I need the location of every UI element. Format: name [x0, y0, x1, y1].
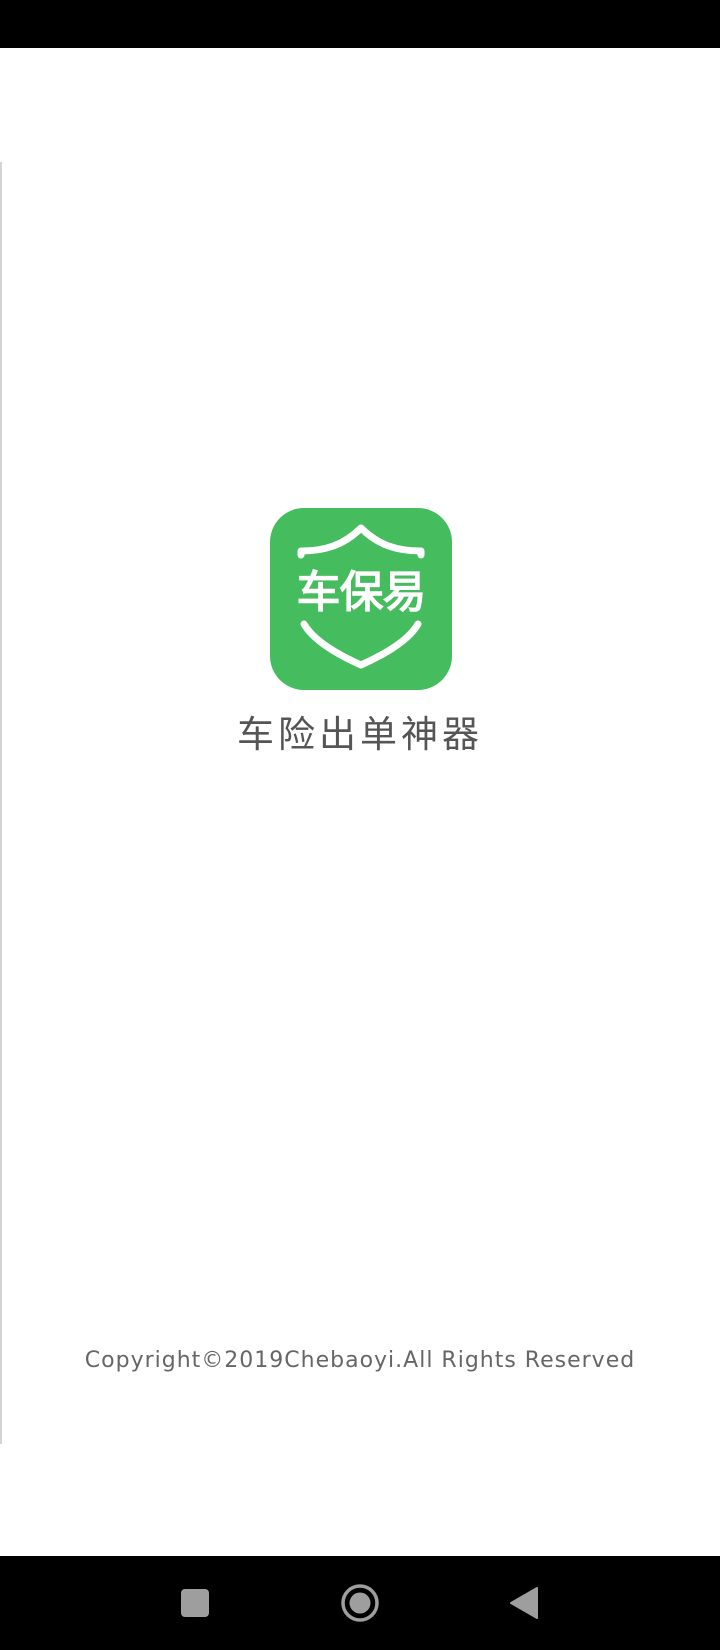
back-icon: [510, 1587, 538, 1619]
scroll-edge-divider: [0, 162, 2, 1444]
home-icon: [341, 1584, 379, 1622]
logo-wordmark: 车保易: [296, 567, 427, 618]
system-navigation-bar: [0, 1556, 720, 1650]
home-button[interactable]: [327, 1570, 393, 1636]
recent-apps-button[interactable]: [162, 1570, 228, 1636]
status-bar: [0, 0, 720, 48]
back-button[interactable]: [491, 1570, 557, 1636]
copyright-text: Copyright©2019Chebaoyi.All Rights Reserv…: [84, 1348, 636, 1373]
app-logo: 车保易: [270, 508, 452, 690]
recent-apps-icon: [181, 1589, 209, 1617]
app-tagline: 车险出单神器: [237, 713, 483, 756]
